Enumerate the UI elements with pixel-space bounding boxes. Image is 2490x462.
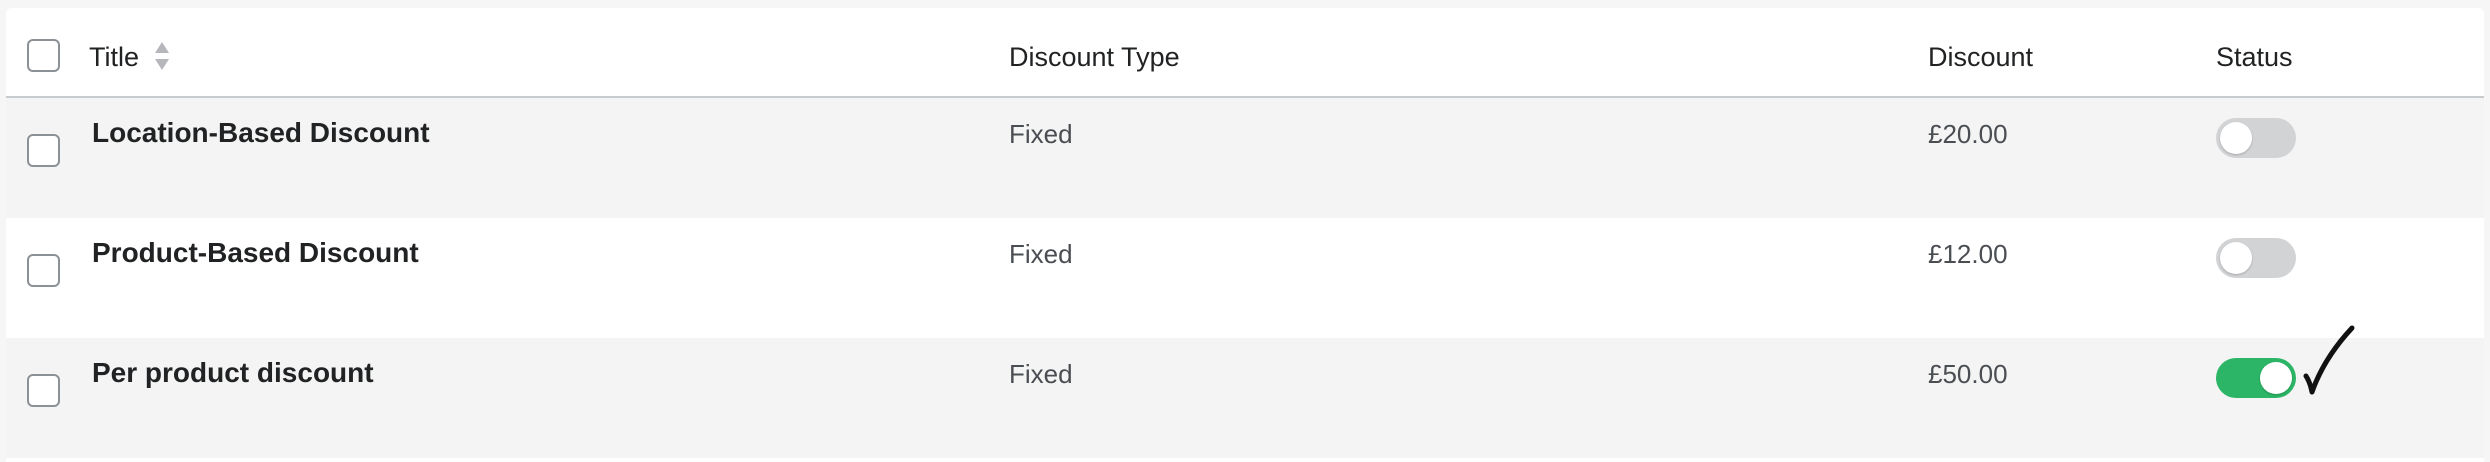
row-checkbox[interactable] (27, 254, 60, 287)
discount-title[interactable]: Location-Based Discount (92, 117, 430, 149)
row-checkbox[interactable] (27, 374, 60, 407)
discount-type: Fixed (1009, 239, 1073, 269)
toggle-knob (2260, 362, 2292, 394)
column-header-title[interactable]: Title (89, 42, 139, 73)
column-header-discount: Discount (1928, 42, 2034, 72)
table-header-row: Title Discount Type Discount Status (6, 8, 2484, 98)
sort-icon[interactable] (153, 40, 171, 72)
status-toggle[interactable] (2216, 118, 2296, 158)
table-row[interactable]: Per product discount Fixed £50.00 (6, 325, 2484, 458)
table-row[interactable]: Product-Based Discount Fixed £12.00 (6, 218, 2484, 338)
page: Title Discount Type Discount Status Loca… (0, 0, 2490, 462)
status-toggle[interactable] (2216, 238, 2296, 278)
discount-title[interactable]: Product-Based Discount (92, 237, 419, 269)
discount-amount: £50.00 (1928, 359, 2008, 389)
status-toggle[interactable] (2216, 358, 2296, 398)
table-row[interactable]: Location-Based Discount Fixed £20.00 (6, 98, 2484, 218)
discount-type: Fixed (1009, 359, 1073, 389)
discounts-table: Title Discount Type Discount Status Loca… (6, 8, 2484, 462)
handwritten-check-mark-icon (2303, 325, 2355, 395)
discount-title[interactable]: Per product discount (92, 357, 374, 389)
select-all-checkbox[interactable] (27, 39, 60, 72)
discount-type: Fixed (1009, 119, 1073, 149)
discount-amount: £12.00 (1928, 239, 2008, 269)
row-checkbox[interactable] (27, 134, 60, 167)
discount-amount: £20.00 (1928, 119, 2008, 149)
column-header-status: Status (2216, 42, 2293, 72)
toggle-knob (2220, 122, 2252, 154)
column-header-discount-type: Discount Type (1009, 42, 1180, 72)
toggle-knob (2220, 242, 2252, 274)
